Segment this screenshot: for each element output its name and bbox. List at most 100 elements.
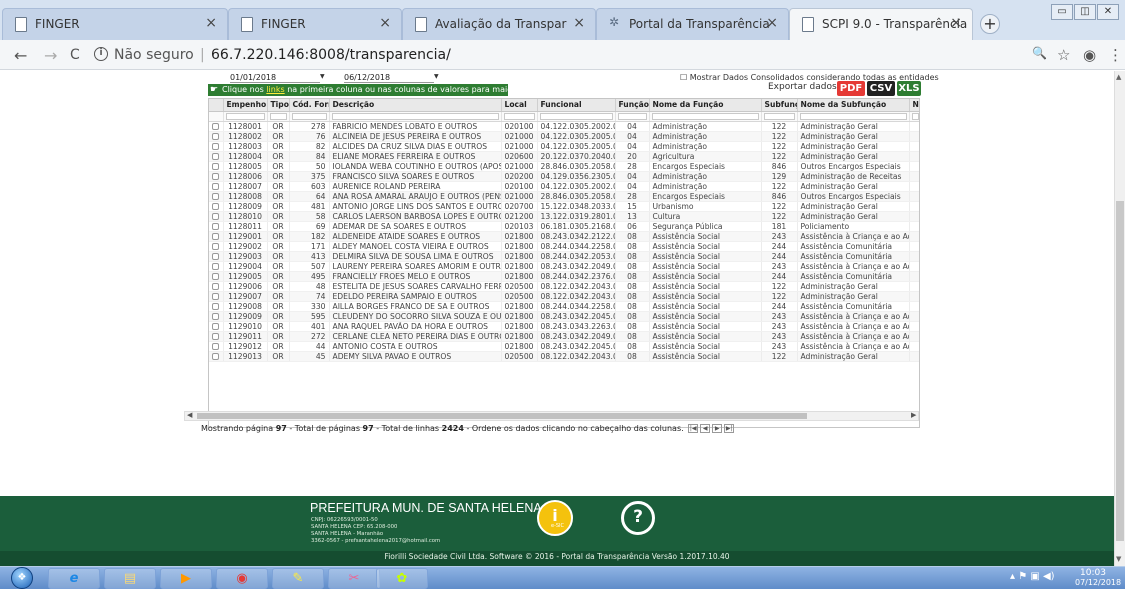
new-tab-button[interactable]: + [980,14,1000,34]
minimize-button[interactable]: ▭ [1051,4,1073,20]
table-cell[interactable]: 1129012 [223,341,268,352]
column-header[interactable]: Local [501,99,538,112]
row-expand-cell[interactable] [209,181,224,192]
table-row[interactable]: 1129006 OR 48 ESTELITA DE JESUS SOARES CARV… [209,281,919,292]
row-expand-cell[interactable] [209,271,224,282]
row-detail-icon[interactable] [212,293,219,300]
table-row[interactable]: 1129004 OR 507 LAURENY PEREIRA SOARES AMORI… [209,261,919,272]
column-header[interactable]: Tipo [267,99,290,112]
column-filter-input[interactable] [651,112,759,120]
column-header[interactable]: Subfunção [761,99,798,112]
table-row[interactable]: 1129003 OR 413 DELMIRA SILVA DE SOUSA LIMA … [209,251,919,262]
column-header[interactable]: Funcional [537,99,616,112]
row-detail-icon[interactable] [212,153,219,160]
close-icon[interactable]: × [379,15,391,31]
table-cell[interactable]: 1129010 [223,321,268,332]
table-row[interactable]: 1128001 OR 278 FABRICIO MENDES LOBATO E OUT… [209,121,919,132]
close-icon[interactable]: × [205,15,217,31]
date-from-input[interactable]: 01/01/2018 [230,73,320,83]
forward-button[interactable]: → [44,46,57,65]
table-cell[interactable]: 1129003 [223,251,268,262]
table-row[interactable]: 1128011 OR 69 ADEMAR DE SA SOARES E OUTROS 0… [209,221,919,232]
system-tray[interactable]: ▴ ⚑ ▣ ◀) [1010,571,1055,582]
column-filter-input[interactable] [269,112,287,120]
table-cell[interactable]: 1129005 [223,271,268,282]
start-button[interactable]: ❖ [11,567,33,589]
table-cell[interactable]: 1128006 [223,171,268,182]
row-detail-icon[interactable] [212,183,219,190]
tab-finger-2[interactable]: FINGER × [228,8,402,40]
row-expand-cell[interactable] [209,221,224,232]
table-cell[interactable]: 1129008 [223,301,268,312]
table-cell[interactable]: 1128004 [223,151,268,162]
table-row[interactable]: 1129007 OR 74 EDELDO PEREIRA SAMPAIO E OUTR… [209,291,919,302]
table-cell[interactable]: 1128010 [223,211,268,222]
row-detail-icon[interactable] [212,253,219,260]
info-icon[interactable]: i [94,47,108,61]
row-expand-cell[interactable] [209,321,224,332]
prev-page-button[interactable]: ◀ [700,424,711,433]
ie-icon[interactable]: e [48,568,100,589]
column-filter-input[interactable] [539,112,613,120]
clock-date[interactable]: 07/12/2018 [1075,578,1121,587]
column-filter-input[interactable] [291,112,327,120]
table-row[interactable]: 1129008 OR 330 AILLA BORGES FRANCO DE SA E … [209,301,919,312]
column-header[interactable]: Cód. Forn. [289,99,330,112]
column-header[interactable]: Empenho [223,99,268,112]
table-cell[interactable]: 1128002 [223,131,268,142]
row-expand-cell[interactable] [209,301,224,312]
table-row[interactable]: 1128008 OR 64 ANA ROSA AMARAL ARAUJO E OUTR… [209,191,919,202]
table-row[interactable]: 1129012 OR 44 ANTONIO COSTA E OUTROS 021800 0… [209,341,919,352]
table-cell[interactable]: 1128011 [223,221,268,232]
close-icon[interactable]: × [573,15,585,31]
app-icon[interactable]: ✿ [376,568,428,589]
reload-button[interactable]: C [70,47,80,63]
chevron-down-icon[interactable]: ▼ [434,73,439,80]
export-xls-button[interactable]: XLS [897,81,921,96]
export-csv-button[interactable]: CSV [867,81,895,96]
restore-button[interactable]: ◫ [1074,4,1096,20]
tab-finger-1[interactable]: FINGER × [2,8,228,40]
close-window-button[interactable]: ✕ [1097,4,1119,20]
row-expand-cell[interactable] [209,241,224,252]
hint-link[interactable]: links [266,85,284,94]
row-expand-cell[interactable] [209,211,224,222]
table-row[interactable]: 1129005 OR 495 FRANCIELLY FROES MELO E OUTR… [209,271,919,282]
explorer-icon[interactable]: ▤ [104,568,156,589]
column-filter-input[interactable] [763,112,795,120]
help-icon[interactable]: ? [621,501,655,535]
table-cell[interactable]: 1128005 [223,161,268,172]
zoom-icon[interactable]: 🔍 [1032,46,1047,60]
column-header[interactable]: Nome da Subfunção [797,99,910,112]
table-row[interactable]: 1129013 OR 45 ADEMY SILVA PAVAO E OUTROS 020… [209,351,919,362]
row-detail-icon[interactable] [212,203,219,210]
back-button[interactable]: ← [14,46,27,65]
column-filter-input[interactable] [225,112,265,120]
row-detail-icon[interactable] [212,173,219,180]
table-row[interactable]: 1128003 OR 82 ALCIDES DA CRUZ SILVA DIAS E … [209,141,919,152]
table-cell[interactable]: 1128003 [223,141,268,152]
url-input[interactable]: 66.7.220.146:8008/transparencia/ [211,47,451,63]
column-header[interactable]: Função [615,99,650,112]
column-header[interactable]: Descrição [329,99,502,112]
table-row[interactable]: 1129002 OR 171 ALDEY MANOEL COSTA VIEIRA E … [209,241,919,252]
table-cell[interactable]: 1129013 [223,351,268,362]
table-row[interactable]: 1128007 OR 603 AURENICE ROLAND PEREIRA 02010… [209,181,919,192]
row-expand-cell[interactable] [209,311,224,322]
close-icon[interactable]: × [950,15,962,31]
row-expand-cell[interactable] [209,161,224,172]
scroll-thumb[interactable] [197,413,807,419]
row-detail-icon[interactable] [212,333,219,340]
row-expand-cell[interactable] [209,251,224,262]
column-filter-input[interactable] [617,112,647,120]
horizontal-scrollbar[interactable]: ◀ ▶ [184,411,919,421]
column-filter-input[interactable] [503,112,535,120]
tab-portal-transparencia[interactable]: ✲ Portal da Transparência × [596,8,789,40]
row-detail-icon[interactable] [212,143,219,150]
clock-time[interactable]: 10:03 [1080,568,1106,578]
table-cell[interactable]: 1129009 [223,311,268,322]
column-filter-input[interactable] [331,112,499,120]
row-expand-cell[interactable] [209,141,224,152]
row-detail-icon[interactable] [212,283,219,290]
row-expand-cell[interactable] [209,131,224,142]
